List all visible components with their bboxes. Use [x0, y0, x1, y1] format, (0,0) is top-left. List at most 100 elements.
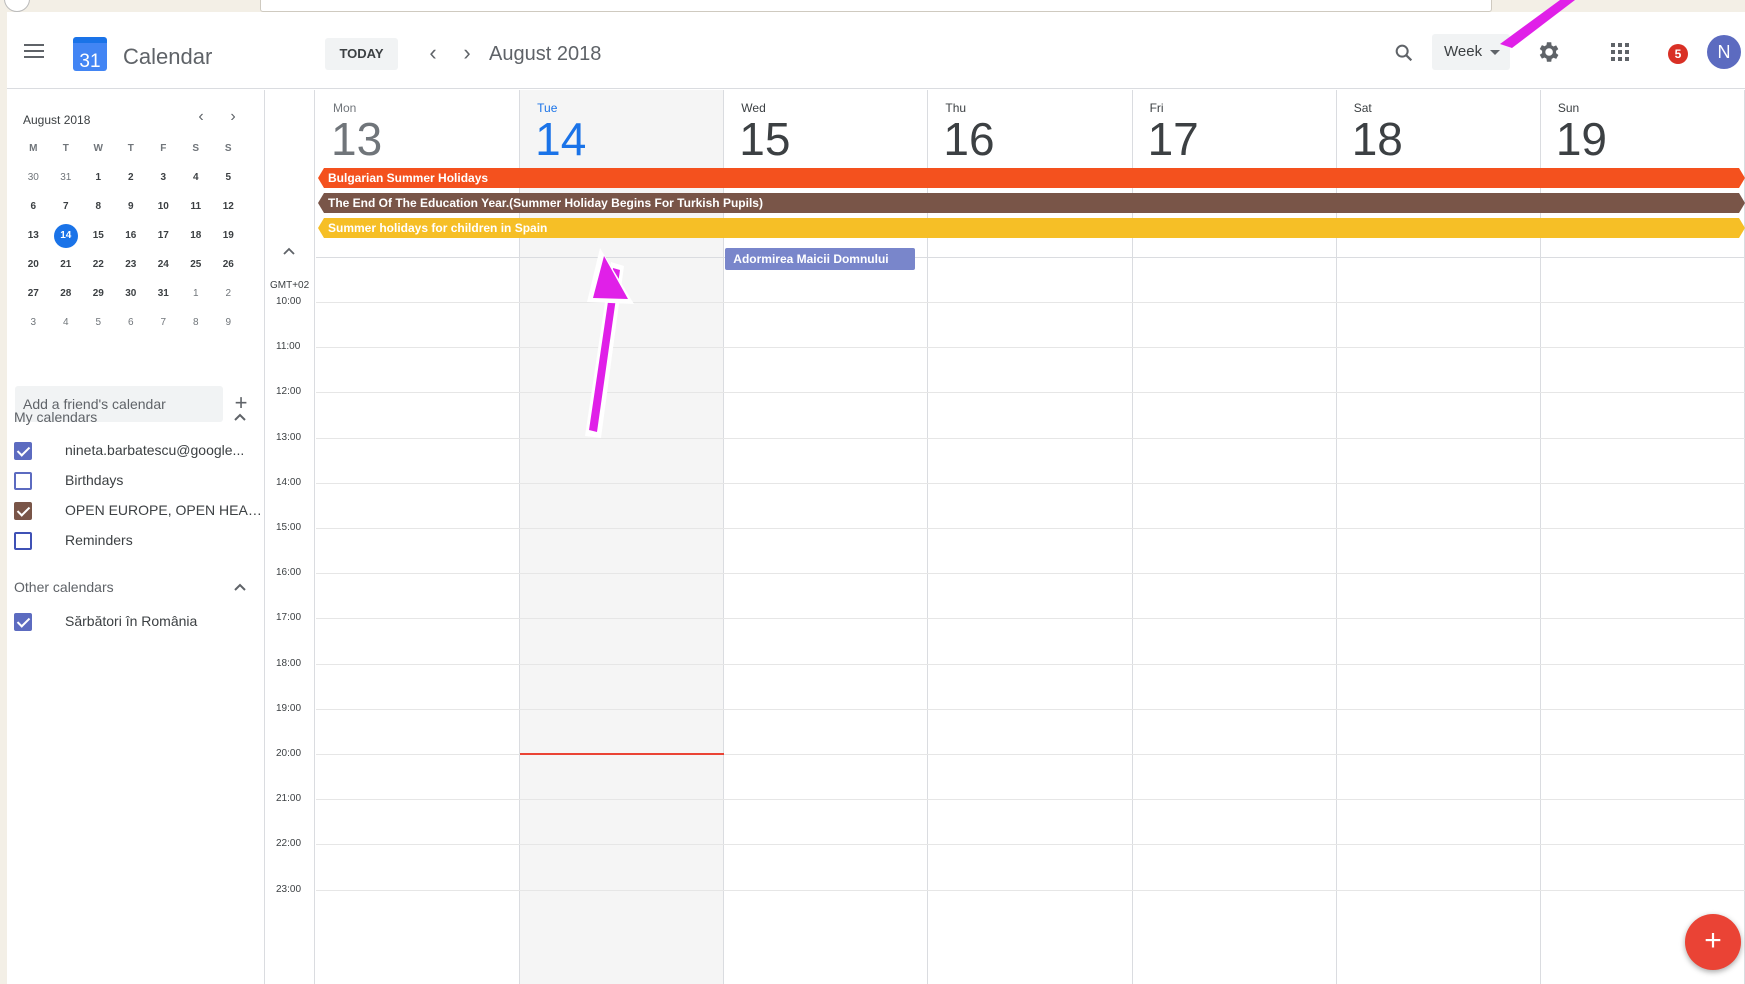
mini-day-cell[interactable]: 6 [115, 308, 148, 337]
all-day-event[interactable]: The End Of The Education Year.(Summer Ho… [318, 193, 1745, 213]
mini-day-cell[interactable]: 30 [115, 279, 148, 308]
create-event-button[interactable]: + [1685, 914, 1741, 970]
all-day-event[interactable]: Bulgarian Summer Holidays [318, 168, 1745, 188]
mini-day-cell[interactable]: 2 [115, 163, 148, 192]
today-button[interactable]: TODAY [325, 38, 398, 70]
mini-day-number: 14 [53, 224, 78, 248]
mini-week-row: 30 31 1 2 3 4 5 [17, 163, 249, 192]
calendar-list-label: Birthdays [65, 472, 124, 488]
mini-day-cell[interactable]: 8 [180, 308, 213, 337]
hour-gridline [316, 799, 1745, 801]
mini-day-cell[interactable]: 5 [82, 308, 115, 337]
chevron-up-icon[interactable] [233, 412, 247, 422]
notification-badge[interactable]: 5 [1668, 44, 1688, 64]
hour-label: 21:00 [276, 793, 302, 805]
mini-day-cell[interactable]: 3 [147, 163, 180, 192]
mini-prev-month-icon[interactable]: ‹ [193, 108, 209, 126]
day-number[interactable]: 17 [1148, 116, 1199, 162]
mini-day-cell[interactable]: 10 [147, 192, 180, 221]
hour-label: 15:00 [276, 522, 302, 533]
mini-calendar-grid: M T W T F S S 30 31 1 2 3 4 5 6 7 8 9 10 11 12 13 14 15 16 17 18 19… [17, 134, 249, 337]
mini-day-cell[interactable]: 19 [212, 221, 245, 250]
mini-day-cell[interactable]: 17 [147, 221, 180, 250]
mini-day-cell[interactable]: 21 [50, 250, 83, 279]
mini-day-cell[interactable]: 1 [82, 163, 115, 192]
mini-day-cell[interactable]: 11 [180, 192, 213, 221]
mini-day-cell[interactable]: 15 [82, 221, 115, 250]
other-calendars-heading[interactable]: Other calendars [14, 579, 114, 595]
mini-day-number: 5 [225, 172, 232, 183]
calendar-list-item[interactable]: Reminders [14, 530, 264, 552]
mini-day-cell[interactable]: 1 [180, 279, 213, 308]
mini-day-cell[interactable]: 2 [212, 279, 245, 308]
mini-day-cell[interactable]: 27 [17, 279, 50, 308]
mini-day-cell[interactable]: 3 [17, 308, 50, 337]
all-day-event[interactable]: Summer holidays for children in Spain [318, 218, 1745, 238]
main-menu-icon[interactable] [24, 44, 44, 58]
single-day-event[interactable]: Adormirea Maicii Domnului [725, 248, 916, 270]
next-week-icon[interactable]: › [457, 42, 477, 64]
view-selector-dropdown[interactable]: Week [1432, 34, 1510, 70]
mini-day-cell[interactable]: 30 [17, 163, 50, 192]
hour-gridline [316, 573, 1745, 575]
calendar-checkbox[interactable] [14, 502, 32, 520]
mini-day-cell[interactable]: 4 [180, 163, 213, 192]
calendar-checkbox[interactable] [14, 442, 32, 460]
mini-day-cell[interactable]: 8 [82, 192, 115, 221]
day-number[interactable]: 13 [331, 116, 382, 162]
mini-day-cell[interactable]: 23 [115, 250, 148, 279]
all-day-divider [316, 257, 1745, 258]
mini-day-cell[interactable]: 26 [212, 250, 245, 279]
mini-day-cell[interactable]: 9 [115, 192, 148, 221]
day-number[interactable]: 15 [739, 116, 790, 162]
calendar-list-item[interactable]: Birthdays [14, 470, 264, 492]
day-number[interactable]: 18 [1352, 116, 1403, 162]
calendar-list-item[interactable]: Sărbători în România [14, 611, 264, 633]
mini-day-cell[interactable]: 25 [180, 250, 213, 279]
calendar-list-item[interactable]: nineta.barbatescu@google... [14, 440, 264, 462]
mini-day-cell[interactable]: 18 [180, 221, 213, 250]
calendar-checkbox[interactable] [14, 532, 32, 550]
mini-day-cell[interactable]: 31 [147, 279, 180, 308]
day-number[interactable]: 16 [943, 116, 994, 162]
mini-day-cell[interactable]: 24 [147, 250, 180, 279]
day-number[interactable]: 14 [535, 116, 586, 162]
mini-day-cell[interactable]: 31 [50, 163, 83, 192]
chevron-up-icon[interactable] [233, 582, 247, 592]
my-calendars-heading[interactable]: My calendars [14, 409, 97, 425]
calendar-checkbox[interactable] [14, 613, 32, 631]
mini-weekday-row: MTWTFSS [17, 134, 249, 163]
mini-day-cell[interactable]: 9 [212, 308, 245, 337]
hour-gridline [316, 889, 1745, 891]
mini-day-cell[interactable]: 13 [17, 221, 50, 250]
mini-day-cell[interactable]: 28 [50, 279, 83, 308]
browser-back-button[interactable] [4, 0, 30, 12]
mini-day-cell[interactable]: 4 [50, 308, 83, 337]
hour-gridline [316, 663, 1745, 665]
avatar[interactable]: N [1707, 35, 1741, 69]
mini-day-cell[interactable]: 6 [17, 192, 50, 221]
mini-day-cell[interactable]: 22 [82, 250, 115, 279]
chevron-down-icon [1490, 50, 1500, 55]
mini-day-number: 9 [127, 201, 134, 212]
collapse-all-day-icon[interactable] [282, 246, 296, 256]
mini-day-cell[interactable]: 7 [50, 192, 83, 221]
mini-day-cell[interactable]: 5 [212, 163, 245, 192]
mini-day-cell[interactable]: 14 [50, 221, 83, 250]
previous-week-icon[interactable]: ‹ [423, 42, 443, 64]
gear-icon[interactable] [1535, 39, 1561, 65]
mini-day-cell[interactable]: 16 [115, 221, 148, 250]
mini-day-cell[interactable]: 29 [82, 279, 115, 308]
mini-day-cell[interactable]: 20 [17, 250, 50, 279]
browser-chrome [0, 0, 1745, 12]
mini-day-cell[interactable]: 7 [147, 308, 180, 337]
mini-day-number: 3 [30, 317, 37, 328]
mini-next-month-icon[interactable]: › [225, 108, 241, 126]
day-number[interactable]: 19 [1556, 116, 1607, 162]
calendar-list-item[interactable]: OPEN EUROPE, OPEN HEAR... [14, 500, 265, 522]
search-icon[interactable] [1393, 42, 1415, 64]
mini-day-cell[interactable]: 12 [212, 192, 245, 221]
browser-address-bar[interactable] [260, 0, 1492, 12]
apps-grid-icon[interactable] [1610, 42, 1630, 62]
calendar-checkbox[interactable] [14, 472, 32, 490]
